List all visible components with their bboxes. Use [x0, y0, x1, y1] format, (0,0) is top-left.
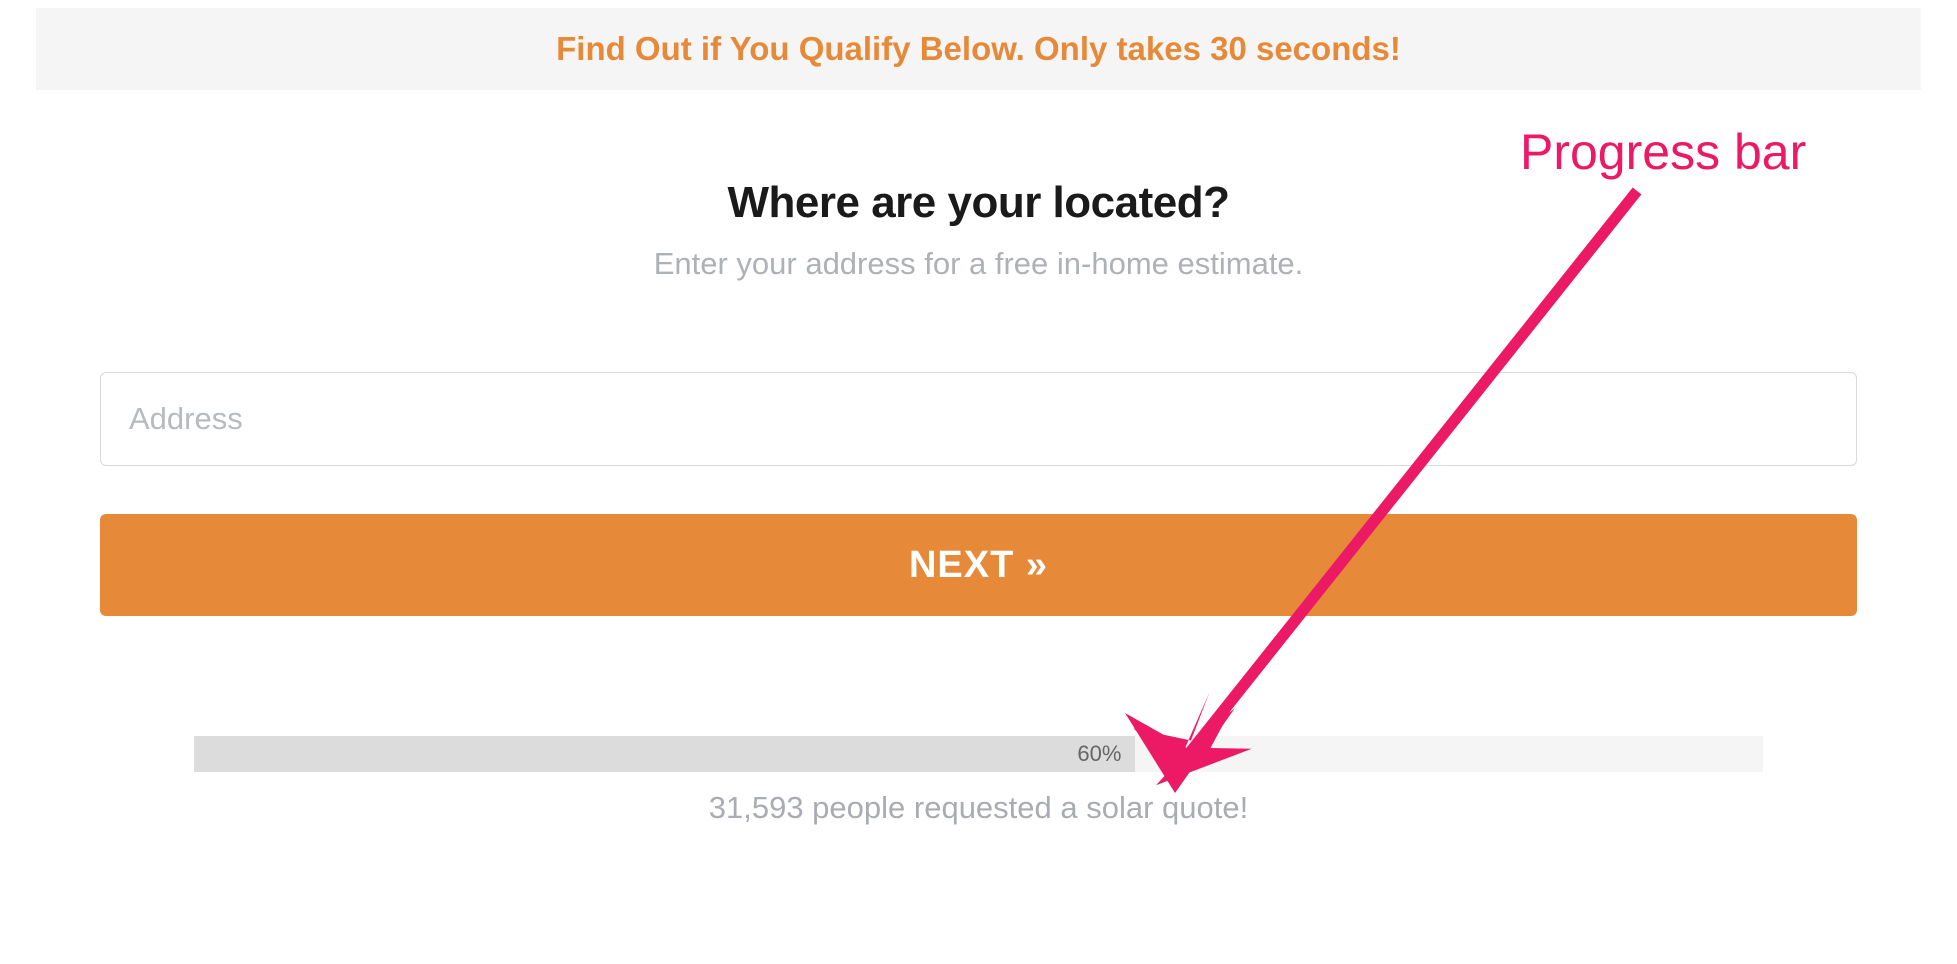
- next-button[interactable]: NEXT »: [100, 514, 1857, 616]
- form-subheading: Enter your address for a free in-home es…: [0, 246, 1957, 282]
- form-content: Where are your located? Enter your addre…: [0, 90, 1957, 826]
- progress-bar: 60%: [194, 736, 1763, 772]
- address-input[interactable]: [100, 372, 1857, 466]
- stats-text: 31,593 people requested a solar quote!: [194, 790, 1763, 826]
- progress-fill: 60%: [194, 736, 1135, 772]
- form-heading: Where are your located?: [0, 178, 1957, 228]
- annotation-label: Progress bar: [1520, 123, 1806, 181]
- form-wrap: NEXT »: [100, 372, 1857, 616]
- progress-area: 60% 31,593 people requested a solar quot…: [194, 736, 1763, 826]
- qualify-banner: Find Out if You Qualify Below. Only take…: [36, 8, 1921, 90]
- banner-text: Find Out if You Qualify Below. Only take…: [556, 30, 1401, 67]
- progress-percent-label: 60%: [1077, 741, 1121, 766]
